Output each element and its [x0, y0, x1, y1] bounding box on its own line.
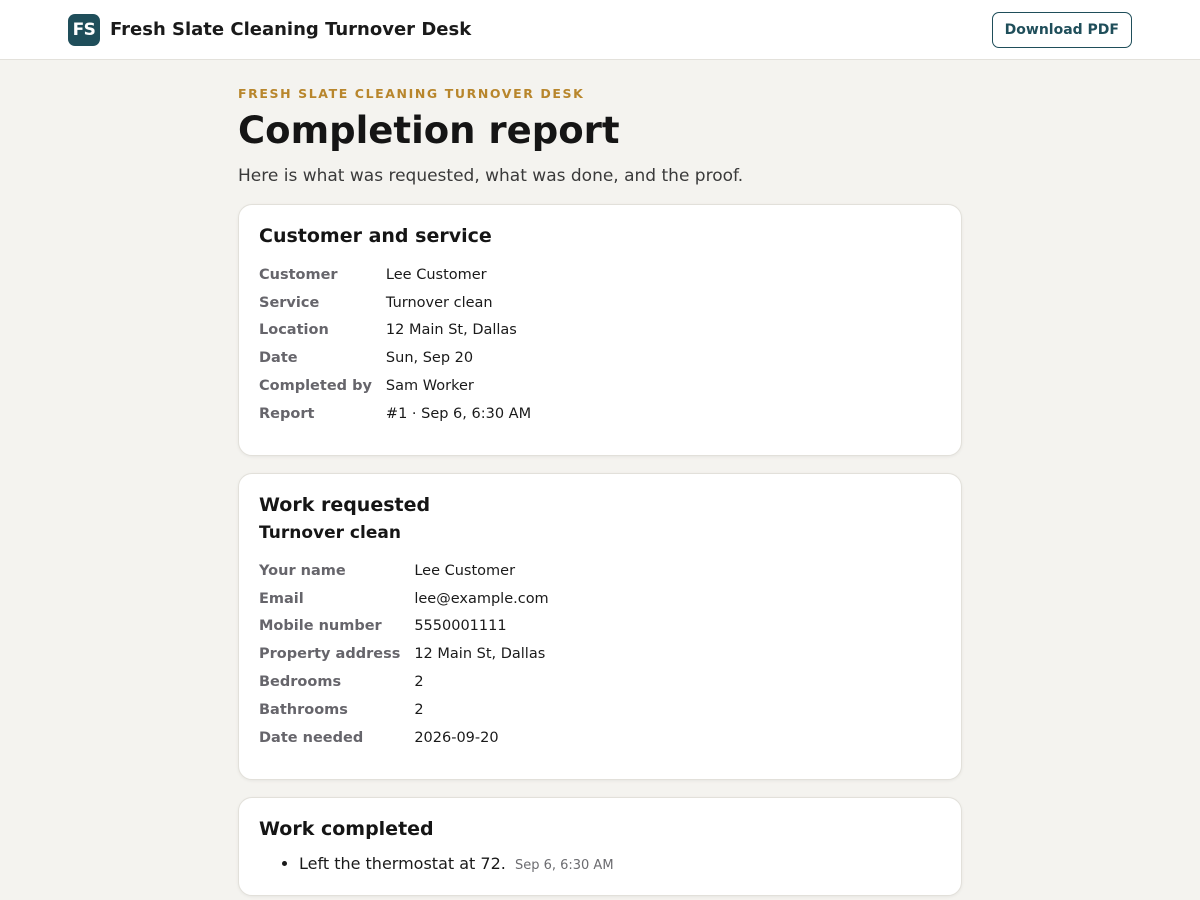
work-requested-table: Your name Lee Customer Email lee@example…: [259, 557, 549, 752]
customer-service-table: Customer Lee Customer Service Turnover c…: [259, 261, 531, 428]
row-label: Bedrooms: [259, 674, 342, 691]
top-bar: FS Fresh Slate Cleaning Turnover Desk Do…: [0, 0, 1200, 60]
row-label: Your name: [259, 562, 346, 579]
table-row: Property address 12 Main St, Dallas: [259, 640, 549, 668]
brand[interactable]: FS Fresh Slate Cleaning Turnover Desk: [68, 13, 472, 46]
row-value: 12 Main St, Dallas: [414, 646, 546, 663]
row-value: 5550001111: [414, 618, 507, 635]
row-value: 2: [414, 674, 424, 691]
completed-item-timestamp: Sep 6, 6:30 AM: [514, 858, 614, 873]
row-value: Sam Worker: [385, 378, 474, 395]
row-value: Turnover clean: [385, 294, 493, 311]
row-label: Date: [259, 350, 298, 367]
row-label: Location: [259, 322, 329, 339]
list-item: Left the thermostat at 72. Sep 6, 6:30 A…: [299, 854, 941, 873]
row-label: Date needed: [259, 729, 364, 746]
table-row: Service Turnover clean: [259, 289, 531, 317]
brand-logo: FS: [68, 13, 100, 46]
table-row: Your name Lee Customer: [259, 557, 549, 585]
table-row: Date needed 2026-09-20: [259, 724, 549, 752]
row-label: Mobile number: [259, 618, 382, 635]
work-requested-card: Work requested Turnover clean Your name …: [238, 473, 962, 780]
work-requested-service: Turnover clean: [259, 523, 401, 543]
row-label: Completed by: [259, 378, 372, 395]
work-requested-heading: Work requested: [259, 494, 431, 516]
row-value: 2026-09-20: [414, 729, 499, 746]
row-label: Customer: [259, 266, 338, 283]
table-row: Bedrooms 2: [259, 668, 549, 696]
table-row: Completed by Sam Worker: [259, 372, 531, 400]
row-label: Service: [259, 294, 320, 311]
download-pdf-button[interactable]: Download PDF: [991, 11, 1132, 48]
customer-service-card: Customer and service Customer Lee Custom…: [238, 204, 962, 456]
row-label: Property address: [259, 646, 401, 663]
table-row: Email lee@example.com: [259, 585, 549, 613]
report-main: FRESH SLATE CLEANING TURNOVER DESK Compl…: [238, 60, 962, 896]
table-row: Customer Lee Customer: [259, 261, 531, 289]
row-value: #1 · Sep 6, 6:30 AM: [385, 405, 532, 422]
row-value: lee@example.com: [414, 590, 549, 607]
brand-name: Fresh Slate Cleaning Turnover Desk: [110, 19, 472, 40]
table-row: Date Sun, Sep 20: [259, 344, 531, 372]
row-label: Email: [259, 590, 304, 607]
row-value: Lee Customer: [385, 266, 487, 283]
row-label: Report: [259, 405, 315, 422]
page-subtitle: Here is what was requested, what was don…: [238, 166, 744, 186]
customer-service-heading: Customer and service: [259, 225, 492, 247]
page-eyebrow: FRESH SLATE CLEANING TURNOVER DESK: [238, 86, 585, 101]
row-value: 2: [414, 701, 424, 718]
work-completed-card: Work completed Left the thermostat at 72…: [238, 797, 962, 896]
work-completed-heading: Work completed: [259, 818, 434, 840]
row-value: Lee Customer: [414, 562, 516, 579]
row-value: 12 Main St, Dallas: [385, 322, 517, 339]
table-row: Bathrooms 2: [259, 696, 549, 724]
table-row: Mobile number 5550001111: [259, 613, 549, 641]
row-value: Sun, Sep 20: [385, 350, 474, 367]
row-label: Bathrooms: [259, 701, 348, 718]
table-row: Location 12 Main St, Dallas: [259, 317, 531, 345]
work-completed-list: Left the thermostat at 72. Sep 6, 6:30 A…: [259, 854, 941, 873]
table-row: Report #1 · Sep 6, 6:30 AM: [259, 400, 531, 428]
completed-item-text: Left the thermostat at 72.: [299, 854, 506, 873]
page-title: Completion report: [238, 109, 620, 152]
